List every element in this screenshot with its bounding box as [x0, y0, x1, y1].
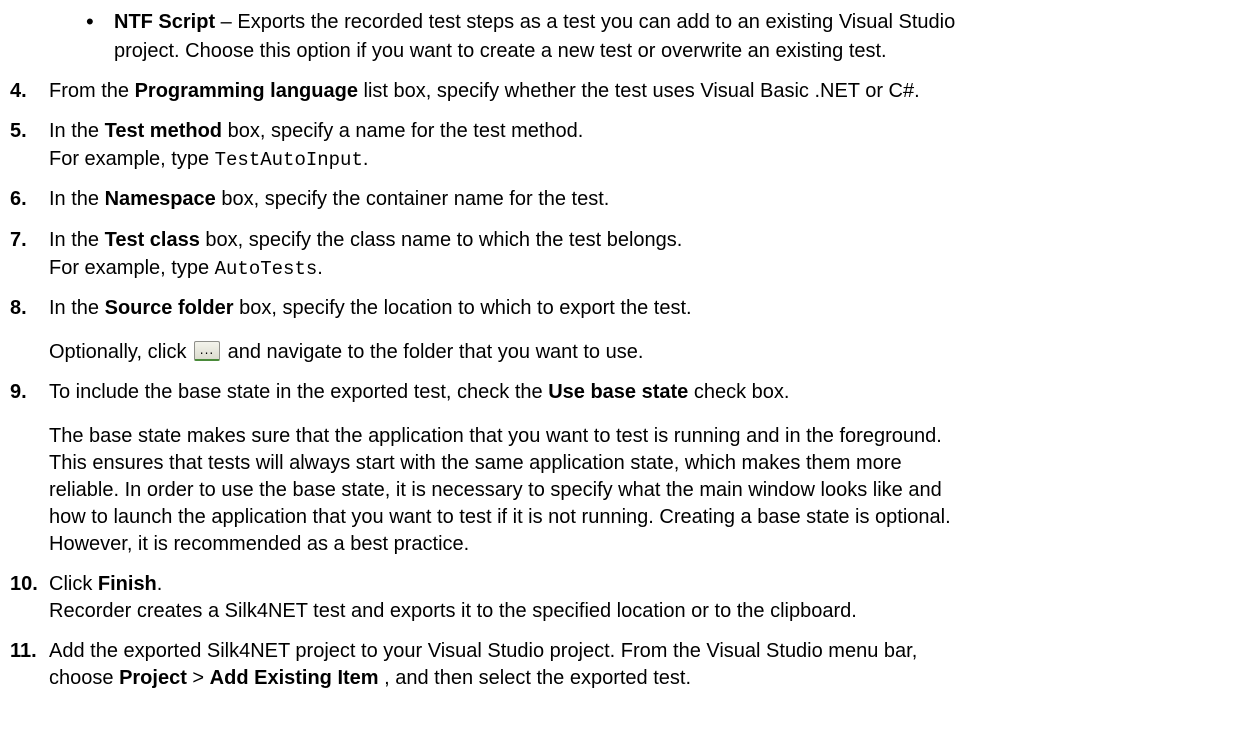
step-5-bold: Test method [104, 120, 223, 142]
step-5-example: For example, type TestAutoInput. [49, 147, 368, 172]
step-9-para-line: However, it is recommended as a best pra… [49, 533, 470, 555]
step-9-bold: Use base state [548, 381, 689, 403]
bullet-marker: • [86, 9, 94, 34]
step-11-line2: choose Project > Add Existing Item , and… [49, 666, 691, 690]
step-9-para-line: reliable. In order to use the base state… [49, 479, 942, 501]
step-6-post: box, specify the container name for the … [215, 188, 610, 210]
step-10-pre: Click [49, 573, 98, 595]
step-4-pre: From the [49, 80, 135, 102]
step-7-number: 7. [10, 229, 27, 251]
step-6-pre: In the [49, 188, 105, 210]
step-8-optional: Optionally, click ... and navigate to th… [49, 340, 643, 364]
step-5-example-pre: For example, type [49, 148, 215, 170]
step-9-post: check box. [688, 381, 790, 403]
step-8-bold: Source folder [104, 297, 234, 319]
step-11-separator: > [186, 667, 210, 689]
bullet-ntf-script-line1: NTF Script – Exports the recorded test s… [114, 10, 955, 34]
step-8-post: box, specify the location to which to ex… [233, 297, 692, 319]
step-7-example-pre: For example, type [49, 257, 215, 279]
step-7-post: box, specify the class name to which the… [199, 229, 683, 251]
step-4-bold: Programming language [134, 80, 358, 102]
step-9-number: 9. [10, 381, 27, 403]
step-10-bold: Finish [97, 573, 157, 595]
step-7-text: In the Test class box, specify the class… [49, 228, 682, 252]
bullet-text1: – Exports the recorded test steps as a t… [215, 11, 956, 33]
bullet-title: NTF Script [114, 11, 216, 33]
step-4-number: 4. [10, 80, 27, 102]
browse-ellipsis-button-icon[interactable]: ... [194, 341, 221, 361]
step-9-text: To include the base state in the exporte… [49, 380, 789, 404]
step-8-optional-pre: Optionally, click [49, 341, 193, 363]
step-10-line2: Recorder creates a Silk4NET test and exp… [49, 600, 857, 622]
step-7-pre: In the [49, 229, 105, 251]
step-7-bold: Test class [104, 229, 200, 251]
step-11-post: , and then select the exported test. [378, 667, 691, 689]
step-11-pre: choose [49, 667, 120, 689]
step-4-post: list box, specify whether the test uses … [357, 80, 920, 102]
step-5-example-code: TestAutoInput [214, 149, 363, 171]
bullet-ntf-script-line2: project. Choose this option if you want … [114, 40, 887, 62]
step-5-post: box, specify a name for the test method. [222, 120, 584, 142]
step-10-text: Click Finish. [49, 572, 162, 596]
step-5-text: In the Test method box, specify a name f… [49, 119, 583, 143]
ellipsis-label: ... [199, 343, 215, 357]
step-5-number: 5. [10, 120, 27, 142]
step-11-bold-project: Project [119, 667, 187, 689]
step-11-bold-add-existing-item: Add Existing Item [209, 667, 379, 689]
step-6-bold: Namespace [104, 188, 216, 210]
step-9-pre: To include the base state in the exporte… [49, 381, 549, 403]
step-8-optional-post: and navigate to the folder that you want… [222, 341, 644, 363]
step-7-example-post: . [317, 257, 323, 279]
step-11-line1: Add the exported Silk4NET project to you… [49, 640, 918, 662]
step-6-number: 6. [10, 188, 27, 210]
step-8-text: In the Source folder box, specify the lo… [49, 296, 692, 320]
step-4-text: From the Programming language list box, … [49, 79, 920, 103]
step-8-number: 8. [10, 297, 27, 319]
step-9-para-line: This ensures that tests will always star… [49, 452, 902, 474]
step-7-example: For example, type AutoTests. [49, 256, 323, 281]
step-11-number: 11. [10, 640, 37, 662]
step-5-example-post: . [362, 148, 369, 170]
step-7-example-code: AutoTests [214, 258, 318, 280]
step-10-number: 10. [10, 573, 38, 595]
step-9-para-line: The base state makes sure that the appli… [49, 425, 942, 447]
step-8-pre: In the [49, 297, 105, 319]
step-9-para-line: how to launch the application that you w… [49, 506, 951, 528]
step-5-pre: In the [49, 120, 105, 142]
step-10-post: . [156, 573, 163, 595]
step-6-text: In the Namespace box, specify the contai… [49, 187, 609, 211]
